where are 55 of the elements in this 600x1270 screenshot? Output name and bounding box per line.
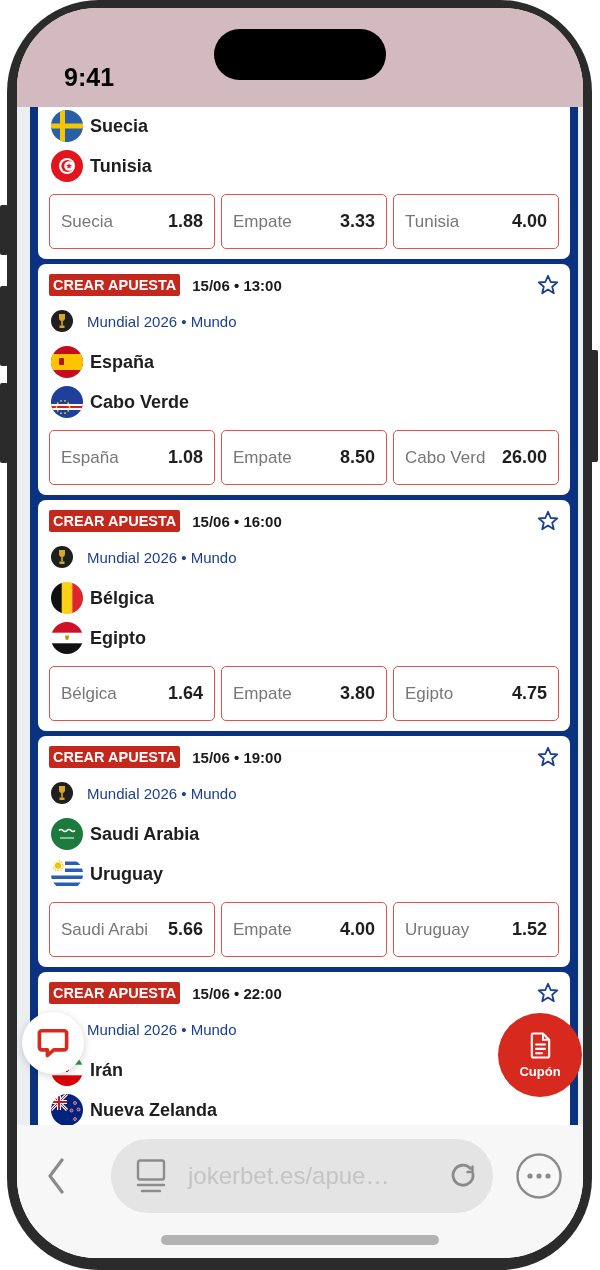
match-datetime: 15/06 • 22:00 (192, 984, 282, 1002)
odds-button[interactable]: Empate 4.00 (221, 902, 387, 957)
spain-flag-icon (51, 346, 83, 378)
league-link[interactable]: Mundial 2026 • Mundo (87, 1020, 237, 1038)
tunisia-flag-icon (51, 150, 83, 182)
star-icon[interactable] (537, 982, 559, 1004)
team-name: España (90, 351, 155, 373)
team-name: Tunisia (90, 155, 152, 177)
team-name: Irán (90, 1059, 123, 1081)
back-icon[interactable] (47, 1158, 65, 1194)
odds-button[interactable]: Empate 3.33 (221, 194, 387, 249)
document-icon (529, 1031, 551, 1059)
star-icon[interactable] (537, 274, 559, 296)
monitor-icon[interactable] (136, 1159, 166, 1193)
team-name: Uruguay (90, 863, 163, 885)
odds-button[interactable]: Tunisia 4.00 (393, 194, 559, 249)
team-name: Cabo Verde (90, 391, 190, 413)
odds-button[interactable]: Saudi Arabi 5.66 (49, 902, 215, 957)
star-icon[interactable] (537, 746, 559, 768)
odds-button[interactable]: Egipto 4.75 (393, 666, 559, 721)
create-bet-tag[interactable]: CREAR APUESTA (49, 746, 181, 768)
odds-button[interactable]: Suecia 1.88 (49, 194, 215, 249)
match-datetime: 15/06 • 19:00 (192, 748, 282, 766)
reload-icon[interactable] (449, 1162, 477, 1190)
league-link[interactable]: Mundial 2026 • Mundo (87, 784, 237, 802)
match-datetime: 15/06 • 16:00 (192, 512, 282, 530)
odds-button[interactable]: Bélgica 1.64 (49, 666, 215, 721)
team-name: Bélgica (90, 587, 155, 609)
odds-button[interactable]: Uruguay 1.52 (393, 902, 559, 957)
create-bet-tag[interactable]: CREAR APUESTA (49, 274, 181, 296)
team-name: Saudi Arabia (90, 823, 200, 845)
league-link[interactable]: Mundial 2026 • Mundo (87, 312, 237, 330)
create-bet-tag[interactable]: CREAR APUESTA (49, 982, 181, 1004)
belgium-flag-icon (51, 582, 83, 614)
odds-button[interactable]: Empate 8.50 (221, 430, 387, 485)
cape-verde-flag-icon (51, 386, 83, 418)
league-link[interactable]: Mundial 2026 • Mundo (87, 548, 237, 566)
trophy-icon (51, 782, 73, 804)
odds-button[interactable]: Empate 3.80 (221, 666, 387, 721)
chat-bubble-icon (37, 1027, 69, 1059)
odds-button[interactable]: España 1.08 (49, 430, 215, 485)
sweden-flag-icon (51, 110, 83, 142)
team-name: Egipto (90, 627, 146, 649)
team-name: Suecia (90, 115, 149, 137)
star-icon[interactable] (537, 510, 559, 532)
status-time: 9:41 (64, 63, 116, 92)
odds-button[interactable]: Cabo Verd 26.00 (393, 430, 559, 485)
saudi-flag-icon (51, 818, 83, 850)
team-name: Nueva Zelanda (90, 1099, 218, 1121)
trophy-icon (51, 310, 73, 332)
create-bet-tag[interactable]: CREAR APUESTA (49, 510, 181, 532)
egypt-flag-icon (51, 622, 83, 654)
more-icon[interactable] (516, 1153, 562, 1199)
match-datetime: 15/06 • 13:00 (192, 276, 282, 294)
trophy-icon (51, 546, 73, 568)
